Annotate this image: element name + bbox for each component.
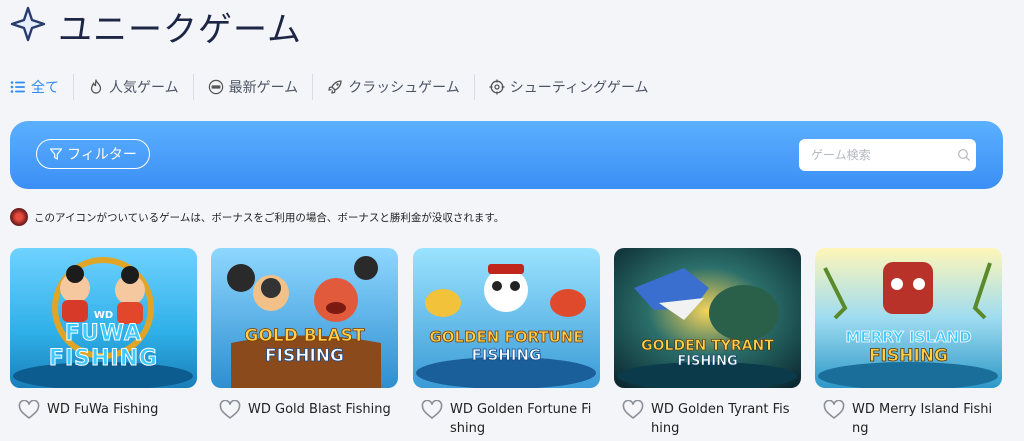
game-title-row: WD Golden Tyrant Fishing: [622, 400, 801, 438]
search-box[interactable]: [799, 139, 976, 171]
tab-label: 人気ゲーム: [109, 80, 179, 96]
game-title-row: WD FuWa Fishing: [18, 400, 197, 420]
game-title-row: WD Merry Island Fishing: [823, 400, 1002, 438]
bonus-notice: このアイコンがついているゲームは、ボーナスをご利用の場合、ボーナスと勝利金が没収…: [10, 208, 504, 226]
game-name[interactable]: WD Golden Fortune Fishing: [450, 400, 596, 438]
heart-icon[interactable]: [823, 400, 845, 420]
filter-button[interactable]: フィルター: [36, 139, 150, 169]
tab-label: クラッシュゲーム: [348, 80, 460, 96]
game-thumbnail[interactable]: WD FUWA FISHING: [10, 248, 197, 388]
game-card[interactable]: GOLDEN TYRANT FISHING WD Golden Tyrant F…: [614, 248, 801, 438]
game-thumbnail[interactable]: MERRY ISLAND FISHING: [815, 248, 1002, 388]
search-input[interactable]: [809, 147, 953, 163]
heart-icon[interactable]: [18, 400, 40, 420]
game-grid: WD FUWA FISHING WD FuWa Fishing GOLD BLA…: [10, 248, 1024, 441]
filter-label: フィルター: [67, 147, 137, 163]
game-card[interactable]: MERRY ISLAND FISHING WD Merry Island Fis…: [815, 248, 1002, 438]
game-title-row: WD Gold Blast Fishing: [219, 400, 398, 420]
filter-banner: フィルター: [10, 121, 1003, 189]
bonus-restricted-icon: [10, 208, 28, 226]
heart-icon[interactable]: [421, 400, 443, 420]
game-card[interactable]: GOLD BLAST FISHING WD Gold Blast Fishing: [211, 248, 398, 420]
sparkle-icon: [10, 6, 46, 46]
game-thumbnail[interactable]: GOLDEN FORTUNE FISHING: [413, 248, 600, 388]
funnel-icon: [50, 148, 63, 160]
game-name[interactable]: WD Gold Blast Fishing: [248, 400, 394, 419]
game-card[interactable]: GOLDEN FORTUNE FISHING WD Golden Fortune…: [413, 248, 600, 438]
game-logo: MERRY ISLAND FISHING: [845, 328, 972, 367]
game-thumbnail[interactable]: GOLDEN TYRANT FISHING: [614, 248, 801, 388]
crosshair-icon: [489, 79, 505, 95]
game-name[interactable]: WD FuWa Fishing: [47, 400, 193, 419]
game-logo: GOLDEN TYRANT FISHING: [641, 338, 774, 370]
heart-icon[interactable]: [219, 400, 241, 420]
game-thumbnail[interactable]: GOLD BLAST FISHING: [211, 248, 398, 388]
tab-all[interactable]: 全て: [10, 74, 74, 100]
notice-text: このアイコンがついているゲームは、ボーナスをご利用の場合、ボーナスと勝利金が没収…: [34, 211, 505, 224]
game-name[interactable]: WD Merry Island Fishing: [852, 400, 998, 438]
rocket-icon: [328, 80, 342, 94]
tab-crash[interactable]: クラッシュゲーム: [313, 74, 475, 100]
category-tabs: 全て 人気ゲーム 最新ゲーム クラッシュゲーム シューティングゲーム: [10, 74, 663, 100]
game-name[interactable]: WD Golden Tyrant Fishing: [651, 400, 797, 438]
tab-label: シューティングゲーム: [509, 80, 649, 96]
game-card[interactable]: WD FUWA FISHING WD FuWa Fishing: [10, 248, 197, 420]
tab-label: 最新ゲーム: [228, 80, 299, 96]
tab-newest[interactable]: 最新ゲーム: [194, 74, 314, 100]
game-logo: GOLD BLAST FISHING: [244, 326, 365, 367]
game-title-row: WD Golden Fortune Fishing: [421, 400, 600, 438]
game-logo: WD FUWA FISHING: [48, 310, 159, 372]
new-badge-icon: [208, 79, 223, 95]
heart-icon[interactable]: [622, 400, 644, 420]
tab-shooting[interactable]: シューティングゲーム: [475, 74, 663, 100]
page-header: ユニークゲーム: [10, 6, 302, 50]
search-icon[interactable]: [957, 148, 971, 162]
game-logo: GOLDEN FORTUNE FISHING: [429, 328, 584, 365]
flame-icon: [90, 79, 102, 94]
tab-popular[interactable]: 人気ゲーム: [74, 74, 194, 100]
page-title: ユニークゲーム: [58, 9, 302, 50]
list-icon: [10, 81, 25, 93]
tab-label: 全て: [31, 80, 59, 96]
